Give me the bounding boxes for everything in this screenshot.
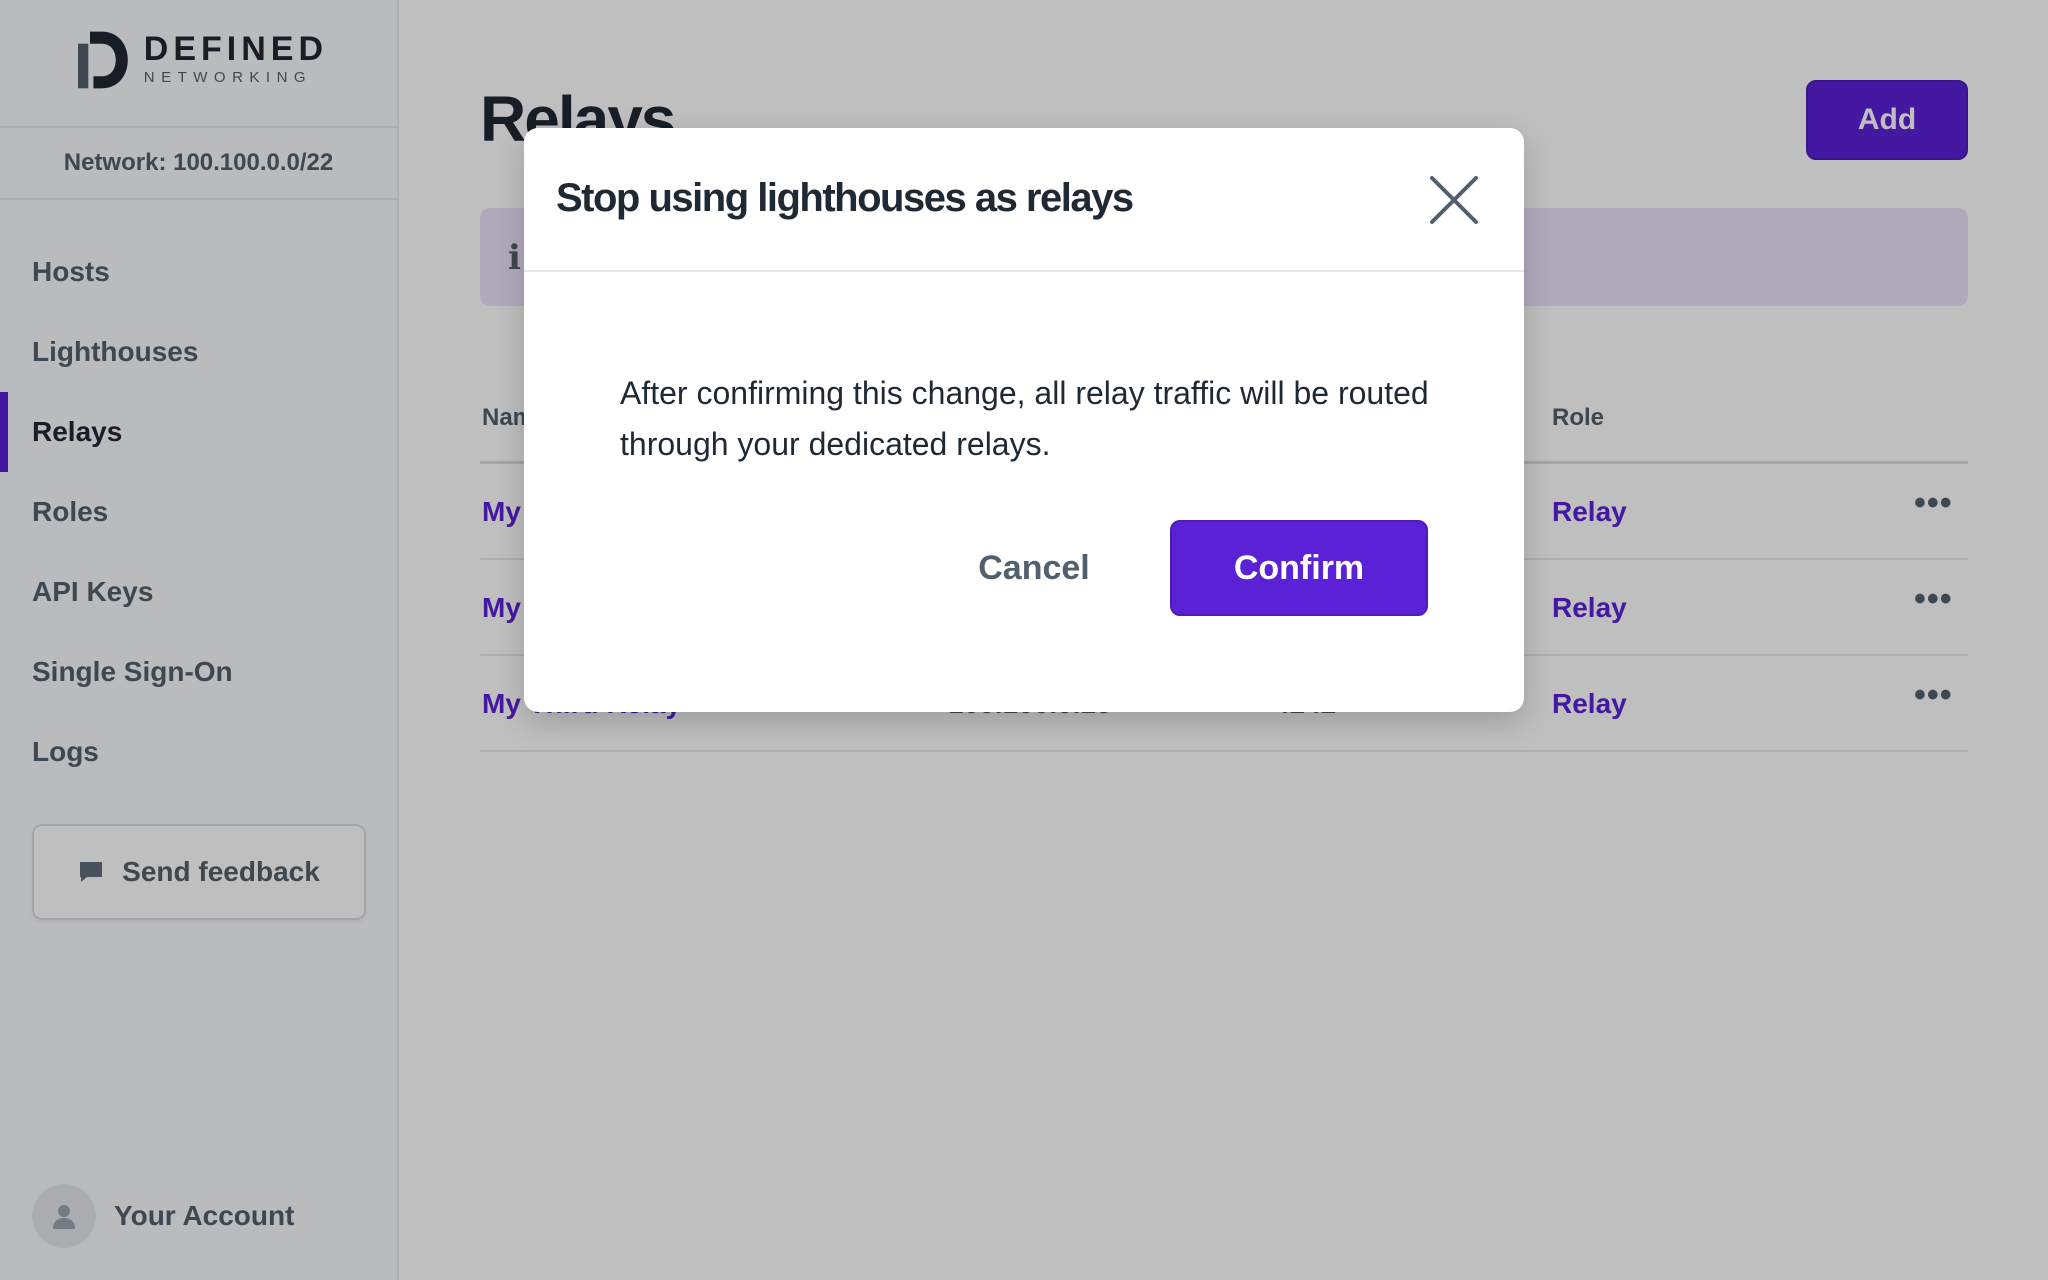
close-icon[interactable] [1426, 172, 1482, 228]
confirm-dialog: Stop using lighthouses as relays After c… [524, 128, 1524, 712]
dialog-header: Stop using lighthouses as relays [524, 128, 1524, 272]
confirm-button[interactable]: Confirm [1170, 520, 1428, 616]
cancel-button[interactable]: Cancel [934, 520, 1134, 616]
dialog-message: After confirming this change, all relay … [620, 375, 1429, 462]
dialog-title: Stop using lighthouses as relays [556, 176, 1134, 220]
